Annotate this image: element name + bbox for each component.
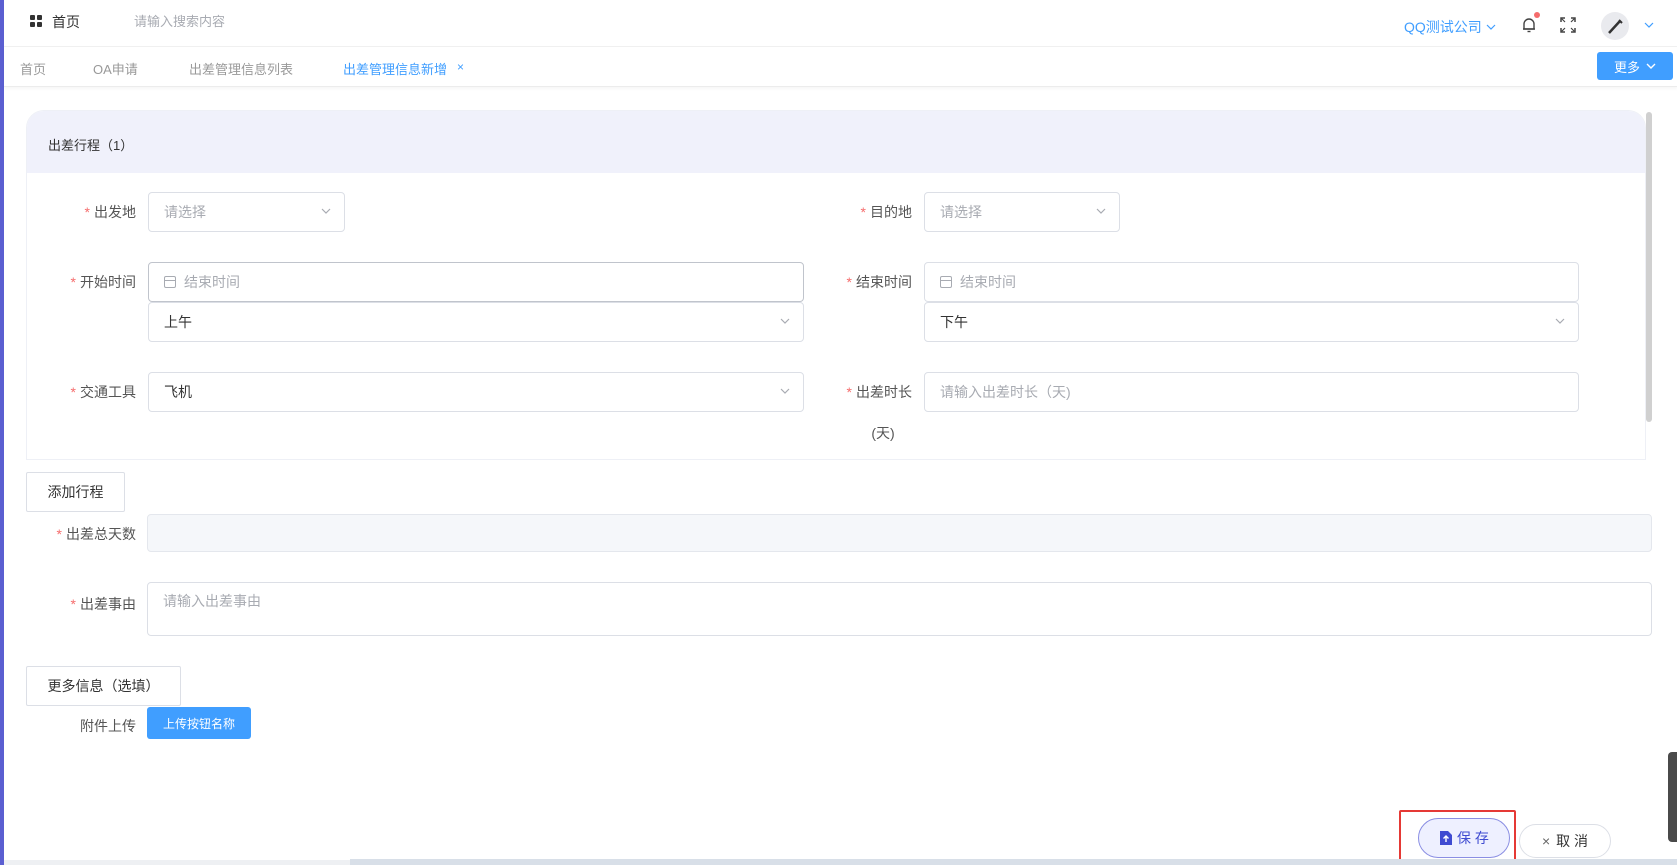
horizontal-scrollbar-thumb[interactable] (350, 859, 1677, 865)
chevron-down-icon (321, 208, 331, 214)
reason-textarea[interactable]: 请输入出差事由 (147, 582, 1652, 636)
search-input[interactable] (134, 10, 354, 32)
transport-select[interactable]: 飞机 (148, 372, 804, 412)
fullscreen-icon[interactable] (1559, 16, 1577, 34)
top-header: 首页 QQ测试公司 (4, 0, 1677, 47)
horizontal-scrollbar-track (4, 860, 350, 865)
tab-trip-list[interactable]: 出差管理信息列表 (189, 59, 293, 78)
user-avatar[interactable] (1601, 12, 1629, 40)
duration-label: * 出差时长 (846, 384, 912, 400)
calendar-icon (164, 276, 176, 288)
company-switcher[interactable]: QQ测试公司 (1404, 17, 1496, 37)
add-itinerary-button[interactable]: 添加行程 (26, 472, 125, 512)
total-days-field (147, 514, 1652, 552)
attachment-label: 附件上传 (80, 718, 136, 734)
destination-label: * 目的地 (860, 204, 912, 220)
notification-dot (1534, 12, 1540, 18)
chevron-down-icon (1486, 24, 1496, 30)
itinerary-card-header: 出差行程（1） (27, 111, 1645, 173)
start-date-picker[interactable]: 结束时间 (148, 262, 804, 302)
duration-input[interactable]: 请输入出差时长（天) (924, 372, 1579, 412)
chevron-down-icon (780, 318, 790, 324)
more-button[interactable]: 更多 (1597, 52, 1673, 80)
end-date-picker[interactable]: 结束时间 (924, 262, 1579, 302)
departure-label: * 出发地 (84, 204, 136, 220)
reason-label: * 出差事由 (70, 596, 136, 612)
chevron-down-icon (1096, 208, 1106, 214)
company-name: QQ测试公司 (1404, 19, 1482, 35)
departure-select[interactable]: 请选择 (148, 192, 345, 232)
duration-label-unit: (天) (871, 425, 895, 441)
chevron-down-icon[interactable] (1644, 20, 1654, 30)
app-window: 首页 QQ测试公司 首页 OA申请 出差管理信息列表 出差管理信息新增 × 更多 (0, 0, 1677, 865)
destination-select[interactable]: 请选择 (924, 192, 1120, 232)
close-icon[interactable]: × (457, 60, 464, 74)
tab-trip-add[interactable]: 出差管理信息新增 (343, 59, 447, 78)
pen-icon (1608, 19, 1623, 34)
left-edge-bar (0, 0, 4, 865)
upload-button[interactable]: 上传按钮名称 (147, 707, 251, 739)
tab-bar: 首页 OA申请 出差管理信息列表 出差管理信息新增 × (4, 47, 1677, 87)
side-panel-handle[interactable] (1668, 752, 1677, 842)
more-button-label: 更多 (1613, 59, 1640, 75)
chevron-down-icon (1646, 63, 1656, 69)
itinerary-title: 出差行程（1） (48, 138, 134, 153)
total-days-label: * 出差总天数 (56, 526, 136, 542)
chevron-down-icon (780, 388, 790, 394)
transport-label: * 交通工具 (70, 384, 136, 400)
tab-home[interactable]: 首页 (20, 59, 46, 78)
end-time-label: * 结束时间 (846, 274, 912, 290)
file-upload-icon (1440, 831, 1453, 845)
cancel-button-label: 取 消 (1556, 833, 1589, 849)
chevron-down-icon (1555, 318, 1565, 324)
start-time-label: * 开始时间 (70, 274, 136, 290)
save-button[interactable]: 保 存 (1418, 818, 1510, 858)
close-icon: × (1541, 833, 1551, 849)
card-scrollbar[interactable] (1646, 112, 1652, 422)
apps-grid-icon[interactable] (30, 15, 42, 27)
cancel-button[interactable]: × 取 消 (1519, 824, 1611, 858)
bell-icon[interactable] (1520, 16, 1538, 34)
end-period-select[interactable]: 下午 (924, 302, 1579, 342)
save-button-label: 保 存 (1457, 830, 1489, 846)
tab-oa-apply[interactable]: OA申请 (93, 59, 138, 78)
home-link[interactable]: 首页 (52, 12, 80, 32)
more-info-button[interactable]: 更多信息（选填） (26, 666, 181, 706)
calendar-icon (940, 276, 952, 288)
start-period-select[interactable]: 上午 (148, 302, 804, 342)
